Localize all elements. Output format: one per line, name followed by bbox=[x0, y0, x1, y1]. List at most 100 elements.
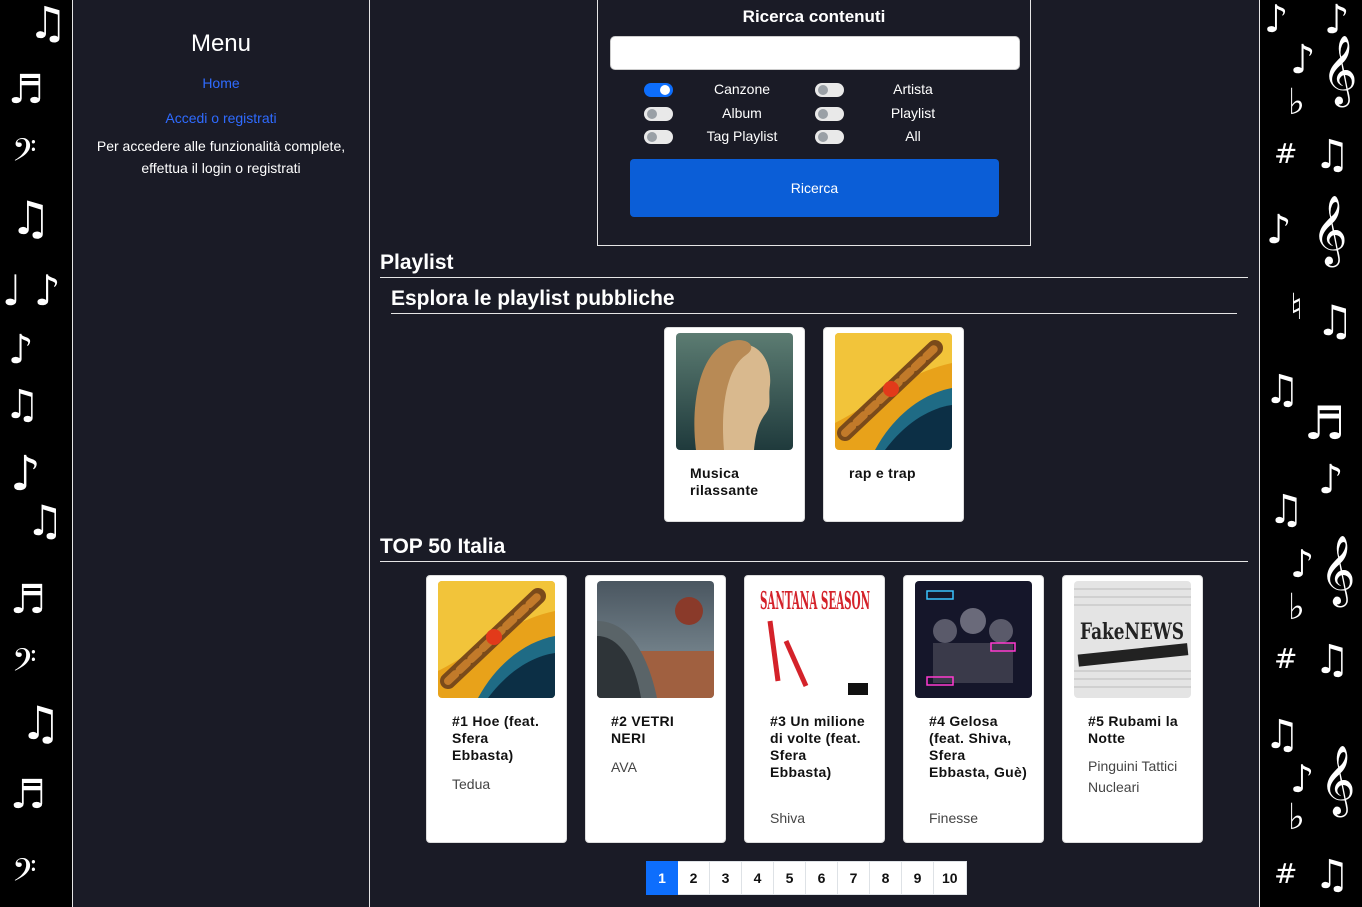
page-button-2[interactable]: 2 bbox=[678, 861, 710, 895]
search-input[interactable] bbox=[610, 36, 1020, 70]
toggle-playlist-label: Playlist bbox=[890, 105, 936, 121]
music-note-icon: # bbox=[1274, 642, 1298, 675]
track-card[interactable]: #2 VETRI NERI AVA bbox=[585, 575, 726, 843]
sidebar-login-notice: Per accedere alle funzionalità complete,… bbox=[96, 138, 346, 176]
playlist-card-title: rap e trap bbox=[849, 465, 916, 481]
car-desert-cover bbox=[597, 581, 714, 698]
track-card-title: #5 Rubami la Notte bbox=[1088, 713, 1178, 746]
music-note-icon: 𝄢 bbox=[12, 852, 37, 896]
filter-row: Album Playlist bbox=[598, 104, 1032, 124]
music-note-icon: 𝄞 bbox=[1322, 35, 1358, 105]
page-button-4[interactable]: 4 bbox=[742, 861, 774, 895]
music-note-icon: ♬ bbox=[1304, 396, 1346, 450]
track-card[interactable]: #1 Hoe (feat. Sfera Ebbasta) Tedua bbox=[426, 575, 567, 843]
toggle-tag-playlist-label: Tag Playlist bbox=[706, 128, 778, 144]
music-note-icon: ♫ bbox=[1316, 296, 1354, 345]
search-panel: Ricerca contenuti Canzone Artista Album … bbox=[597, 0, 1031, 246]
track-card-artist: Shiva bbox=[770, 810, 806, 826]
music-note-icon: ♬ bbox=[8, 67, 44, 113]
music-note-icon: ♪ bbox=[8, 327, 34, 373]
music-notes-border-right: ♪ ♪ ♪ 𝄞 ♭ # ♫ ♪ 𝄞 ♮ ♫ ♫ ♬ ♪ ♫ ♪ 𝄞 ♭ # ♫ … bbox=[1260, 0, 1362, 907]
page: Menu Home Accedi o registrati Per accede… bbox=[72, 0, 1260, 907]
toggle-canzone-label: Canzone bbox=[713, 81, 771, 97]
toggle-artista[interactable] bbox=[815, 83, 844, 97]
music-note-icon: ♭ bbox=[1288, 797, 1305, 838]
fake-news-cover: FakeNEWS bbox=[1074, 581, 1191, 698]
public-playlists-subtitle: Esplora le playlist pubbliche bbox=[391, 287, 1237, 314]
toggle-all[interactable] bbox=[815, 130, 844, 144]
music-note-icon: ♪ bbox=[1290, 757, 1315, 801]
main-content: Ricerca contenuti Canzone Artista Album … bbox=[370, 0, 1260, 907]
music-note-icon: ♬ bbox=[10, 577, 46, 623]
music-note-icon: ♩ bbox=[2, 266, 22, 315]
chain-planet-cover bbox=[835, 333, 952, 450]
track-card-title: #1 Hoe (feat. Sfera Ebbasta) bbox=[452, 713, 540, 763]
music-note-icon: ♫ bbox=[10, 191, 52, 245]
music-note-icon: ♪ bbox=[1324, 0, 1350, 43]
track-card[interactable]: SANTANA SEASON #3 Un milione di volte (f… bbox=[744, 575, 885, 843]
filter-row: Tag Playlist All bbox=[598, 127, 1032, 147]
toggle-tag-playlist[interactable] bbox=[644, 130, 673, 144]
music-note-icon: ♫ bbox=[26, 496, 64, 545]
toggle-album-label: Album bbox=[722, 105, 762, 121]
sidebar-home-link[interactable]: Home bbox=[73, 75, 369, 91]
playlist-card[interactable]: rap e trap bbox=[823, 327, 964, 522]
music-note-icon: ♪ bbox=[1290, 37, 1316, 83]
search-title: Ricerca contenuti bbox=[742, 7, 886, 26]
playlist-card-title: Musica rilassante bbox=[690, 465, 759, 498]
toggle-artista-label: Artista bbox=[893, 81, 933, 97]
top50-section-title: TOP 50 Italia bbox=[380, 535, 1248, 562]
music-note-icon: 𝄢 bbox=[12, 132, 37, 176]
playlist-section-title: Playlist bbox=[380, 251, 1248, 278]
music-note-icon: ♪ bbox=[34, 266, 61, 315]
portrait-album-cover bbox=[676, 333, 793, 450]
track-card-artist: Tedua bbox=[452, 776, 491, 792]
track-card-title: #3 Un milione di volte (feat. Sfera Ebba… bbox=[770, 713, 865, 780]
music-note-icon: ♪ bbox=[1266, 207, 1292, 253]
music-note-icon: ♭ bbox=[1288, 82, 1305, 123]
page-button-9[interactable]: 9 bbox=[902, 861, 934, 895]
santana-season-cover: SANTANA SEASON bbox=[756, 581, 873, 698]
playlist-card[interactable]: Musica rilassante bbox=[664, 327, 805, 522]
music-note-icon: ♪ bbox=[1318, 457, 1344, 503]
page-button-7[interactable]: 7 bbox=[838, 861, 870, 895]
track-card-artist: Finesse bbox=[929, 810, 979, 826]
track-card-artist: Pinguini Tattici Nucleari bbox=[1088, 758, 1178, 795]
track-card[interactable]: FakeNEWS #5 Rubami la Notte Pinguini Tat… bbox=[1062, 575, 1203, 843]
music-note-icon: ♪ bbox=[10, 446, 41, 502]
page-button-8[interactable]: 8 bbox=[870, 861, 902, 895]
page-button-1[interactable]: 1 bbox=[646, 861, 678, 895]
page-button-10[interactable]: 10 bbox=[934, 861, 967, 895]
music-note-icon: ♫ bbox=[1268, 487, 1304, 533]
filter-row: Canzone Artista bbox=[598, 80, 1032, 100]
toggle-playlist[interactable] bbox=[815, 107, 844, 121]
music-note-icon: ♭ bbox=[1288, 587, 1305, 628]
sidebar-title: Menu bbox=[190, 30, 252, 57]
sidebar: Menu Home Accedi o registrati Per accede… bbox=[72, 0, 370, 907]
music-note-icon: ♫ bbox=[1314, 852, 1350, 898]
sidebar-login-link[interactable]: Accedi o registrati bbox=[73, 110, 369, 126]
track-card[interactable]: #4 Gelosa (feat. Shiva, Sfera Ebbasta, G… bbox=[903, 575, 1044, 843]
page-button-5[interactable]: 5 bbox=[774, 861, 806, 895]
page-button-3[interactable]: 3 bbox=[710, 861, 742, 895]
music-note-icon: 𝄢 bbox=[12, 642, 37, 686]
track-card-title: #2 VETRI NERI bbox=[611, 713, 675, 746]
music-note-icon: ♫ bbox=[1314, 637, 1350, 683]
search-button[interactable]: Ricerca bbox=[630, 159, 999, 217]
music-note-icon: ♫ bbox=[20, 696, 62, 750]
music-note-icon: ♮ bbox=[1290, 287, 1303, 328]
chain-planet-cover bbox=[438, 581, 555, 698]
toggle-canzone[interactable] bbox=[644, 83, 673, 97]
music-note-icon: # bbox=[1274, 857, 1298, 890]
music-note-icon: 𝄞 bbox=[1320, 535, 1356, 605]
music-note-icon: 𝄞 bbox=[1320, 745, 1356, 815]
music-note-icon: ♫ bbox=[4, 382, 40, 428]
page-button-6[interactable]: 6 bbox=[806, 861, 838, 895]
music-note-icon: 𝄞 bbox=[1312, 195, 1348, 265]
track-card-title: #4 Gelosa (feat. Shiva, Sfera Ebbasta, G… bbox=[929, 713, 1028, 780]
toggle-all-label: All bbox=[905, 128, 921, 144]
music-note-icon: ♫ bbox=[1314, 132, 1350, 178]
toggle-album[interactable] bbox=[644, 107, 673, 121]
music-note-icon: ♫ bbox=[28, 0, 68, 49]
group-neon-cover bbox=[915, 581, 1032, 698]
